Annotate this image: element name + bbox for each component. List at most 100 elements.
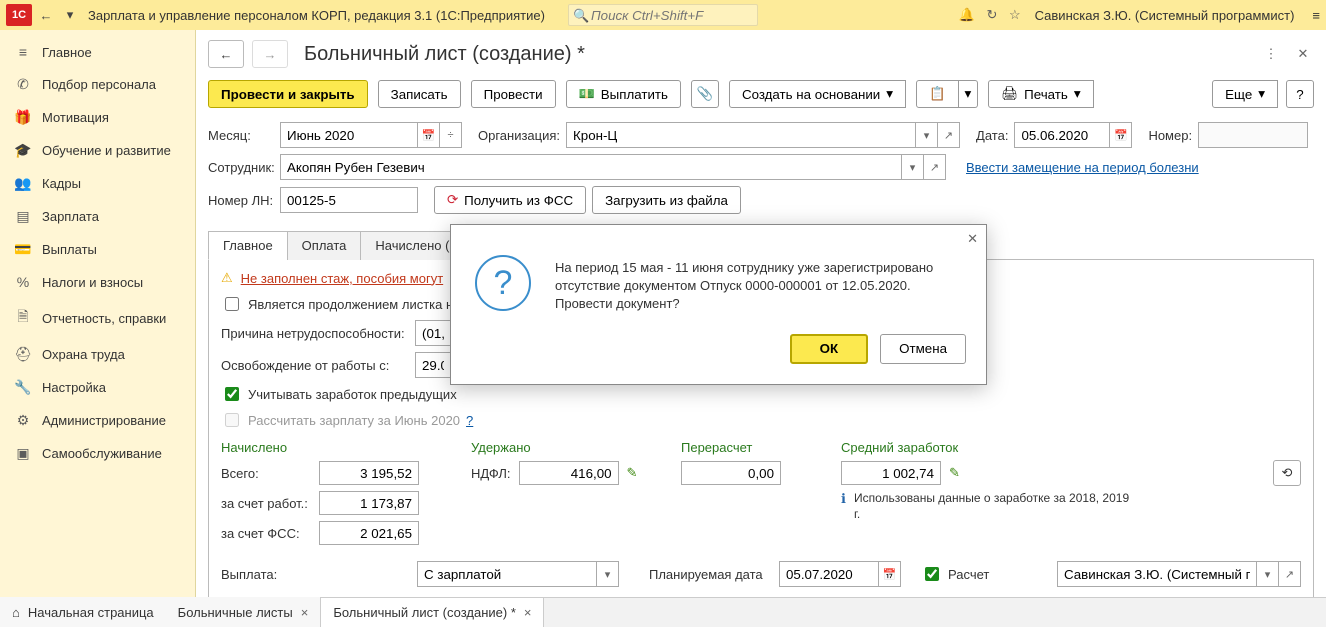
save-button[interactable]: Записать [378,80,461,108]
refresh-icon: ⟳ [447,192,458,208]
warning-link[interactable]: Не заполнен стаж, пособия могут [241,271,444,286]
edit-icon[interactable]: ✎ [627,465,638,481]
star-icon[interactable]: ☆ [1009,7,1021,22]
bottom-row: Выплата: ▾ Планируемая дата 📅 Расчет ▾ [221,561,1301,587]
copy-caret[interactable]: ▾ [959,80,979,108]
create-based-button[interactable]: Создать на основании ▾ [729,80,906,108]
sidebar-item-label: Охрана труда [42,347,125,362]
sidebar-item-payments[interactable]: 💳Выплаты [0,233,195,266]
bell-icon[interactable]: 🔔 [959,7,975,22]
tab-payment[interactable]: Оплата [287,231,362,260]
open-icon[interactable]: ↗ [924,154,946,180]
pay-button[interactable]: 💵Выплатить [566,80,681,108]
dropdown-icon[interactable]: ▾ [902,154,924,180]
doc-title: Больничный лист (создание) * [304,43,585,66]
warning-icon: ⚠ [221,270,233,286]
load-file-button[interactable]: Загрузить из файла [592,186,741,214]
continuation-checkbox[interactable] [225,297,239,311]
attach-button[interactable]: 📎 [691,80,719,108]
dialog-close-icon[interactable]: ✕ [967,231,978,247]
prev-earnings-checkbox[interactable] [225,387,239,401]
copy-button[interactable]: 📋 [916,80,959,108]
dropdown-icon[interactable]: ▾ [597,561,619,587]
sidebar-item-admin[interactable]: ⚙Администрирование [0,404,195,437]
burger-icon[interactable]: ≡ [1312,8,1320,23]
sidebar-item-hr[interactable]: 👥Кадры [0,167,195,200]
ln-label: Номер ЛН: [208,193,274,208]
edit-icon[interactable]: ✎ [949,465,960,481]
open-icon[interactable]: ↗ [1279,561,1301,587]
refresh-button[interactable]: ⟲ [1273,460,1301,486]
fss-part-input[interactable] [319,521,419,545]
open-icon[interactable]: ↗ [938,122,960,148]
print-button[interactable]: 🖨 Печать ▾ [988,80,1093,108]
titlebar-right-icons: 🔔 ↻ ☆ [955,7,1025,23]
avg-input[interactable] [841,461,941,485]
plan-date-input[interactable] [779,561,879,587]
emp-input[interactable] [280,154,902,180]
post-button[interactable]: Провести [471,80,556,108]
sidebar-item-taxes[interactable]: %Налоги и взносы [0,266,195,298]
org-input[interactable] [566,122,916,148]
more-button[interactable]: Еще ▾ [1212,80,1278,108]
get-fss-button[interactable]: ⟳ Получить из ФСС [434,186,586,214]
doc-header: ← → Больничный лист (создание) * ⋮ ✕ [196,30,1326,74]
calendar-icon[interactable]: 📅 [879,561,901,587]
recalc-input[interactable] [681,461,781,485]
sidebar-item-safety[interactable]: ⛑Охрана труда [0,338,195,371]
calc-help-link[interactable]: ? [466,413,473,428]
footer-doc-tab[interactable]: Больничный лист (создание) *× [320,597,544,627]
calendar-icon[interactable]: 📅 [418,122,440,148]
calc-salary-checkbox [225,413,239,427]
footer-home-tab[interactable]: ⌂Начальная страница [0,597,166,627]
close-icon[interactable]: ✕ [1292,43,1314,65]
nav-forward-button[interactable]: → [252,40,288,68]
graduate-icon: 🎓 [14,142,32,159]
sidebar-item-label: Обучение и развитие [42,143,171,158]
responsible-input[interactable] [1057,561,1257,587]
history-icon[interactable]: ↻ [986,7,997,22]
post-close-button[interactable]: Провести и закрыть [208,80,368,108]
global-search-input[interactable] [568,4,758,26]
sidebar-item-settings[interactable]: 🔧Настройка [0,371,195,404]
tab-main[interactable]: Главное [208,231,288,260]
sidebar-item-main[interactable]: ≡Главное [0,36,195,68]
stepper-icon[interactable]: ÷ [440,122,462,148]
month-input[interactable] [280,122,418,148]
sidebar-item-salary[interactable]: ▤Зарплата [0,200,195,233]
reason-input[interactable] [415,320,451,346]
footer-list-tab[interactable]: Больничные листы× [166,597,321,627]
ndfl-input[interactable] [519,461,619,485]
nav-back-button[interactable]: ← [208,40,244,68]
back-arrow-icon[interactable]: ← [36,5,56,25]
calc-checkbox[interactable] [925,567,939,581]
user-name[interactable]: Савинская З.Ю. (Системный программист) [1035,8,1295,23]
gift-icon: 🎁 [14,109,32,126]
kebab-icon[interactable]: ⋮ [1260,43,1282,65]
help-button[interactable]: ? [1286,80,1314,108]
calendar-icon[interactable]: 📅 [1110,122,1132,148]
plan-date-label: Планируемая дата [649,567,769,582]
dropdown-icon[interactable]: ▾ [916,122,938,148]
emp-part-input[interactable] [319,491,419,515]
pay-select[interactable] [417,561,597,587]
dropdown-icon[interactable]: ▾ [1257,561,1279,587]
sidebar-item-hiring[interactable]: ✆Подбор персонала [0,68,195,101]
sidebar-item-reports[interactable]: 🗎Отчетность, справки [0,298,195,338]
absence-input[interactable] [415,352,451,378]
ok-button[interactable]: ОК [790,334,869,364]
doc-icon: 🗎 [14,306,32,330]
close-icon[interactable]: × [524,605,532,620]
dropdown-icon[interactable]: ▾ [60,5,80,25]
sidebar-item-education[interactable]: 🎓 Обучение и развитие [0,134,195,167]
sidebar-item-self[interactable]: ▣Самообслуживание [0,437,195,470]
num-input[interactable] [1198,122,1308,148]
num-label: Номер: [1148,128,1192,143]
sidebar-item-motivation[interactable]: 🎁Мотивация [0,101,195,134]
close-icon[interactable]: × [301,605,309,620]
cancel-button[interactable]: Отмена [880,334,966,364]
total-input[interactable] [319,461,419,485]
substitute-link[interactable]: Ввести замещение на период болезни [966,160,1199,175]
ln-input[interactable] [280,187,418,213]
date-input[interactable] [1014,122,1110,148]
